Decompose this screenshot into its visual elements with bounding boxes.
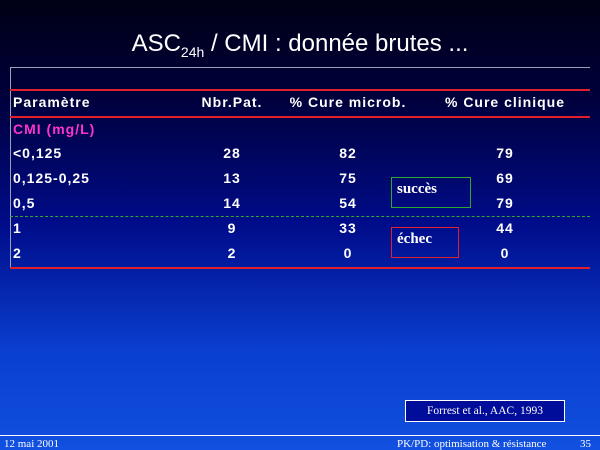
table-row: 2 2 0 0 (0, 245, 600, 265)
cell-nbr-pat: 14 (223, 195, 241, 211)
cell-cmi: <0,125 (13, 145, 63, 161)
cell-nbr-pat: 2 (227, 245, 237, 261)
success-label-box: succès (391, 177, 471, 208)
table-top-border (10, 67, 590, 68)
header-parametre: Paramètre (13, 94, 91, 110)
section-label-cmi: CMI (mg/L) (13, 121, 96, 137)
title-subscript: 24h (180, 44, 205, 60)
header-cure-clinique: % Cure clinique (444, 94, 566, 110)
title-rest: / CMI : donnée brutes ... (204, 30, 469, 57)
title-main: ASC (131, 30, 181, 57)
table-bottom-rule (10, 267, 590, 269)
cell-nbr-pat: 28 (223, 145, 241, 161)
cell-cmi: 1 (13, 220, 22, 236)
table-row: 1 9 33 44 (0, 220, 600, 240)
table-row: 0,5 14 54 79 (0, 195, 600, 215)
slide-title: ASC24h / CMI : donnée brutes ... (0, 30, 600, 60)
header-top-rule (10, 89, 590, 91)
header-nbr-pat: Nbr.Pat. (201, 94, 263, 110)
threshold-dashed-line (10, 216, 590, 217)
table-header-row: Paramètre Nbr.Pat. % Cure microb. % Cure… (0, 94, 600, 114)
cell-cure-clinique: 79 (496, 145, 514, 161)
citation-box: Forrest et al., AAC, 1993 (405, 400, 565, 422)
failure-label-box: échec (391, 227, 459, 258)
footer-page-number: 35 (580, 438, 591, 450)
table-row: 0,125-0,25 13 75 69 (0, 170, 600, 190)
cell-cmi: 0,5 (13, 195, 36, 211)
header-bottom-rule (10, 116, 590, 118)
section-row: CMI (mg/L) (0, 121, 600, 141)
footer-divider (0, 435, 600, 436)
cell-nbr-pat: 9 (227, 220, 237, 236)
cell-nbr-pat: 13 (223, 170, 241, 186)
footer-date: 12 mai 2001 (4, 438, 59, 450)
cell-cure-microb: 82 (339, 145, 357, 161)
table-row: <0,125 28 82 79 (0, 145, 600, 165)
cell-cmi: 2 (13, 245, 22, 261)
header-cure-microb: % Cure microb. (289, 94, 407, 110)
cell-cmi: 0,125-0,25 (13, 170, 90, 186)
footer-topic: PK/PD: optimisation & résistance (397, 438, 547, 450)
